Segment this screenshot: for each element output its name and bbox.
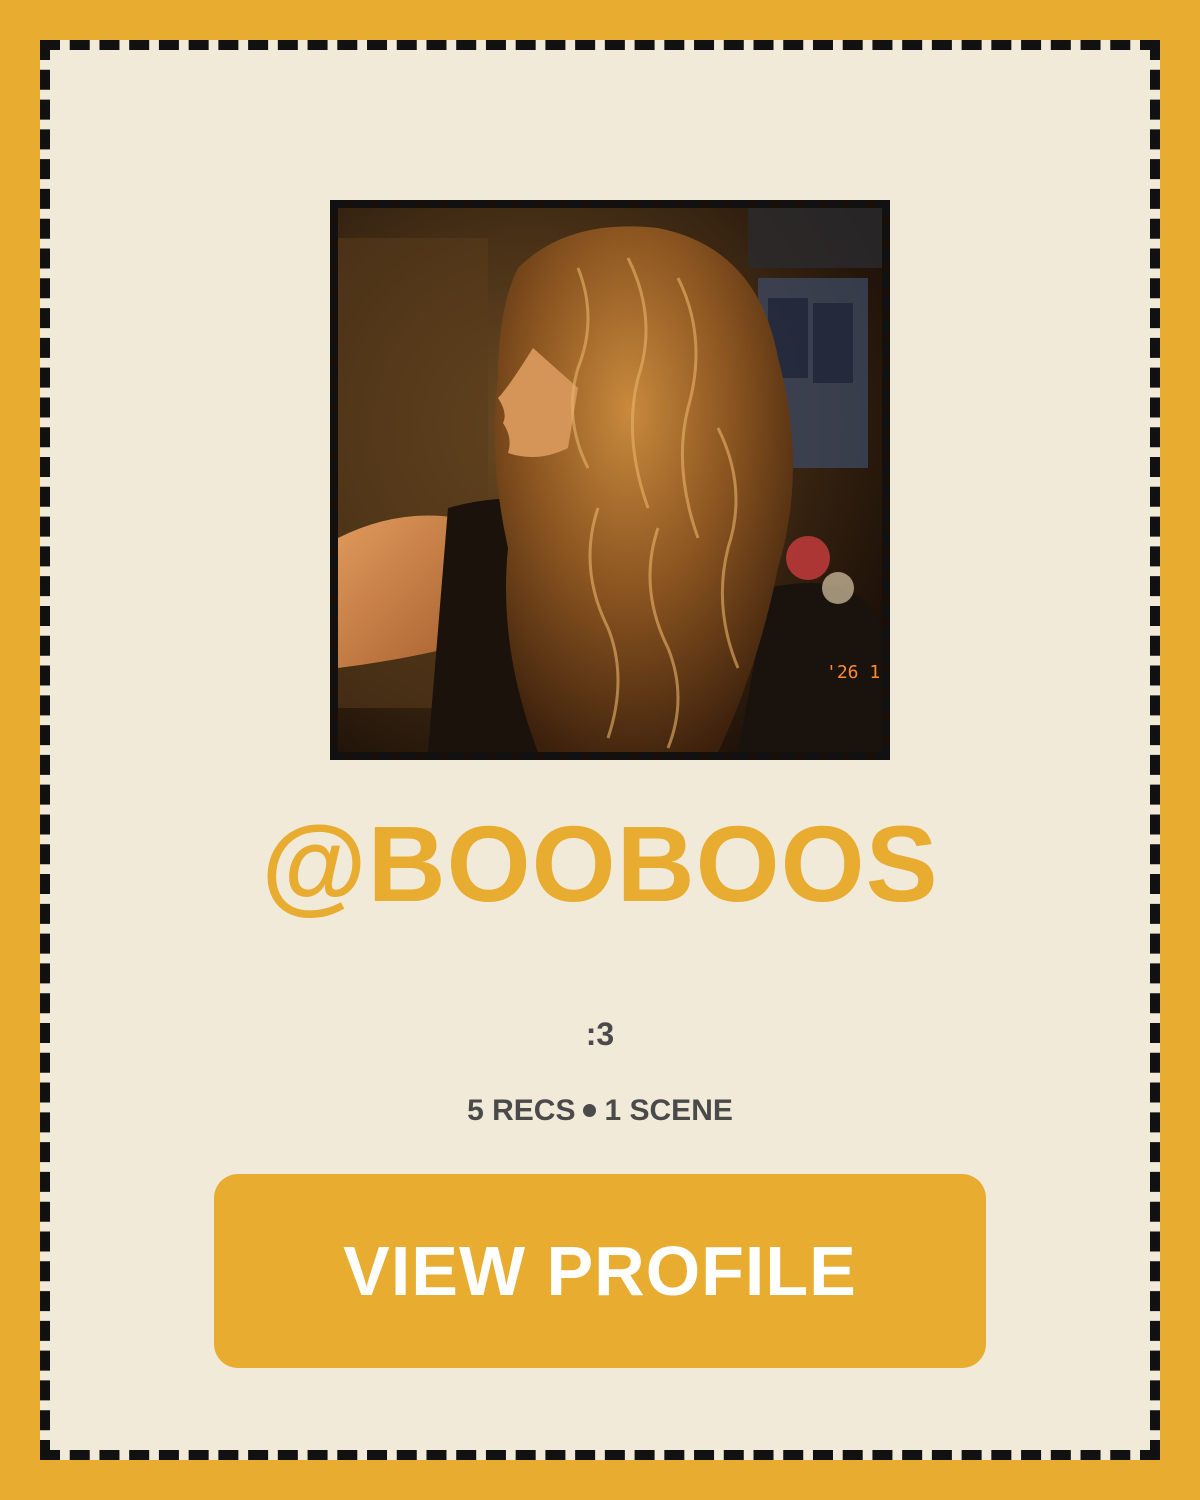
profile-username: @BOOBOOS xyxy=(261,803,939,924)
profile-bio: :3 xyxy=(585,1016,615,1052)
separator-dot-icon xyxy=(583,1103,597,1117)
profile-stats: 5 RECS 1 SCENE xyxy=(50,1094,1150,1128)
view-profile-label: VIEW PROFILE xyxy=(343,1232,857,1310)
avatar-timestamp: '26 1 xyxy=(826,662,880,683)
view-profile-button[interactable]: VIEW PROFILE xyxy=(214,1174,986,1368)
recs-count: 5 RECS xyxy=(467,1094,576,1127)
scenes-count: 1 SCENE xyxy=(604,1094,733,1127)
profile-avatar: '26 1 xyxy=(330,200,890,760)
avatar-photo: '26 1 xyxy=(338,208,882,752)
profile-card: '26 1 @BOOBOOS :3 5 RECS 1 SCENE VIEW PRO… xyxy=(40,40,1160,1460)
